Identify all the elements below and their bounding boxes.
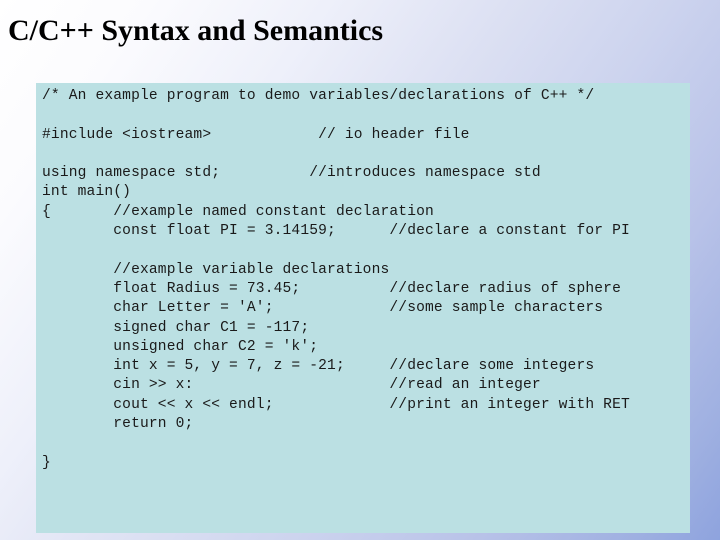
code-line: unsigned char C2 = 'k'; xyxy=(42,338,319,355)
code-line: char Letter = 'A'; //some sample charact… xyxy=(42,300,604,317)
code-line: cout << x << endl; //print an integer wi… xyxy=(42,396,630,413)
code-line: #include <iostream> // io header file xyxy=(42,126,470,143)
code-line: const float PI = 3.14159; //declare a co… xyxy=(42,223,630,240)
code-line: return 0; xyxy=(42,416,194,433)
code-line: /* An example program to demo variables/… xyxy=(42,88,595,104)
slide-canvas: C/C++ Syntax and Semantics /* An example… xyxy=(0,0,720,540)
code-listing: /* An example program to demo variables/… xyxy=(42,87,720,473)
code-line: int x = 5, y = 7, z = -21; //declare som… xyxy=(42,358,595,375)
page-title: C/C++ Syntax and Semantics xyxy=(8,14,384,47)
code-line: using namespace std; //introduces namesp… xyxy=(42,165,541,182)
code-line: //example variable declarations xyxy=(42,261,390,278)
code-panel: /* An example program to demo variables/… xyxy=(36,83,690,533)
code-line: { //example named constant declaration xyxy=(42,203,434,220)
code-line: cin >> x: //read an integer xyxy=(42,377,541,394)
code-line: signed char C1 = -117; xyxy=(42,319,310,336)
code-line: int main() xyxy=(42,184,132,201)
code-line: float Radius = 73.45; //declare radius o… xyxy=(42,280,621,297)
code-line: } xyxy=(42,454,51,471)
